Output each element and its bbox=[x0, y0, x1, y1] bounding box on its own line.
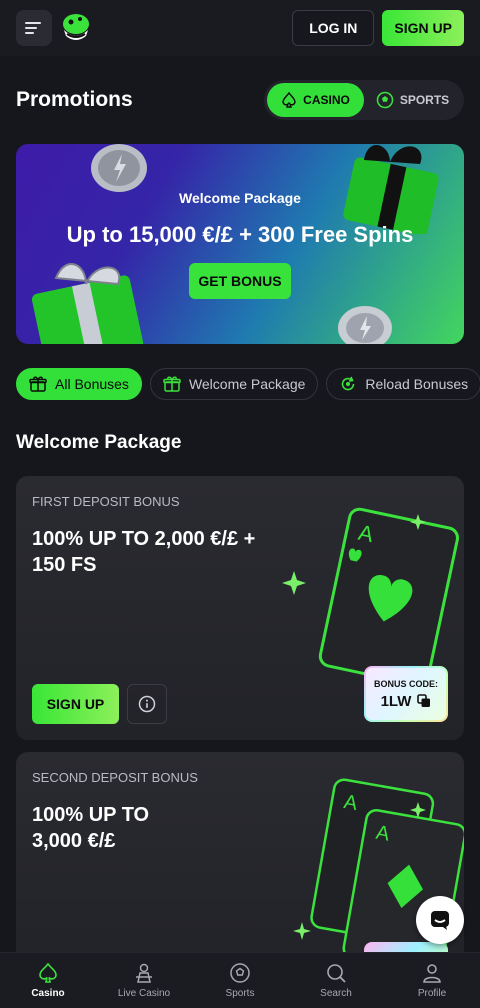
bonus-code-label: BONUS CODE: bbox=[373, 678, 438, 689]
nav-profile-label: Profile bbox=[417, 988, 447, 999]
promo-banner[interactable]: Welcome Package Up to 15,000 €/£ + 300 F… bbox=[16, 144, 464, 344]
info-button[interactable] bbox=[127, 684, 167, 724]
bonus-filters: All Bonuses Welcome Package Reload Bonus… bbox=[16, 368, 480, 400]
gift-decoration-right bbox=[343, 145, 439, 234]
gift-box-icon bbox=[163, 376, 181, 392]
copy-icon[interactable] bbox=[417, 694, 431, 708]
get-bonus-button[interactable]: GET BONUS bbox=[189, 263, 291, 299]
card-label: SECOND DEPOSIT BONUS bbox=[32, 770, 198, 785]
chat-icon bbox=[431, 911, 449, 930]
chat-button[interactable] bbox=[416, 896, 464, 944]
signup-button[interactable]: SIGN UP bbox=[382, 10, 464, 46]
card-title: 100% UP TO 2,000 €/£ + 150 FS bbox=[32, 528, 256, 576]
nav-sports[interactable]: Sports bbox=[192, 953, 288, 1008]
nav-search-label: Search bbox=[320, 988, 352, 999]
reload-icon bbox=[342, 376, 355, 391]
banner-subtitle: Welcome Package bbox=[179, 190, 301, 206]
filter-all-bonuses[interactable]: All Bonuses bbox=[16, 368, 142, 400]
section-title: Welcome Package bbox=[16, 432, 182, 453]
title-row: Promotions CASINO SPORTS bbox=[16, 80, 464, 120]
tab-casino[interactable]: CASINO bbox=[267, 83, 364, 117]
bonus-card-second-deposit: A A SECOND DEPOSIT BONUS 100% UP TO 3,00… bbox=[16, 752, 464, 962]
page-title: Promotions bbox=[16, 88, 133, 111]
coin-decoration-bottom bbox=[338, 306, 392, 344]
bonus-card-first-deposit: A FIRST DEPOSIT BONUS 100% UP TO 2,000 €… bbox=[16, 476, 464, 740]
dealer-icon bbox=[136, 963, 152, 983]
spade-icon bbox=[39, 962, 57, 983]
banner-title: Up to 15,000 €/£ + 300 Free Spins bbox=[66, 222, 414, 247]
top-header: LOG IN SIGN UP bbox=[0, 0, 480, 56]
nav-casino-label: Casino bbox=[31, 988, 65, 999]
tab-sports[interactable]: SPORTS bbox=[364, 83, 461, 117]
bonus-code-badge[interactable]: BONUS CODE: 1LW bbox=[364, 666, 448, 722]
filter-reload-bonuses[interactable]: Reload Bonuses bbox=[326, 368, 480, 400]
search-icon bbox=[327, 964, 346, 983]
nav-profile[interactable]: Profile bbox=[384, 953, 480, 1008]
spade-icon bbox=[282, 92, 296, 108]
bonus-code-value: 1LW bbox=[380, 692, 412, 710]
nav-casino[interactable]: Casino bbox=[0, 953, 96, 1008]
card-title: 100% UP TO 3,000 €/£ bbox=[32, 804, 150, 852]
profile-icon bbox=[423, 964, 441, 983]
menu-button[interactable] bbox=[16, 10, 52, 46]
filter-welcome-package[interactable]: Welcome Package bbox=[149, 368, 319, 400]
hamburger-icon bbox=[25, 22, 41, 34]
nav-sports-label: Sports bbox=[225, 988, 255, 999]
tab-casino-label: CASINO bbox=[303, 93, 350, 107]
filter-all-bonuses-label: All Bonuses bbox=[55, 376, 129, 392]
logo[interactable] bbox=[58, 10, 94, 46]
card-signup-button[interactable]: SIGN UP bbox=[32, 684, 119, 724]
tab-sports-label: SPORTS bbox=[399, 93, 450, 107]
filter-reload-bonuses-label: Reload Bonuses bbox=[365, 376, 469, 392]
bottom-navigation: Casino Live Casino Sports Search Profile bbox=[0, 952, 480, 1008]
gift-decoration-left bbox=[31, 263, 144, 344]
filter-welcome-package-label: Welcome Package bbox=[188, 376, 306, 392]
casino-sports-toggle: CASINO SPORTS bbox=[264, 80, 464, 120]
login-button[interactable]: LOG IN bbox=[292, 10, 375, 46]
soccer-ball-icon bbox=[376, 91, 394, 109]
info-icon bbox=[138, 695, 156, 713]
gift-icon bbox=[29, 376, 47, 392]
nav-live-casino[interactable]: Live Casino bbox=[96, 953, 192, 1008]
soccer-ball-icon bbox=[230, 963, 250, 983]
nav-live-casino-label: Live Casino bbox=[117, 988, 171, 999]
nav-search[interactable]: Search bbox=[288, 953, 384, 1008]
card-label: FIRST DEPOSIT BONUS bbox=[32, 494, 180, 509]
